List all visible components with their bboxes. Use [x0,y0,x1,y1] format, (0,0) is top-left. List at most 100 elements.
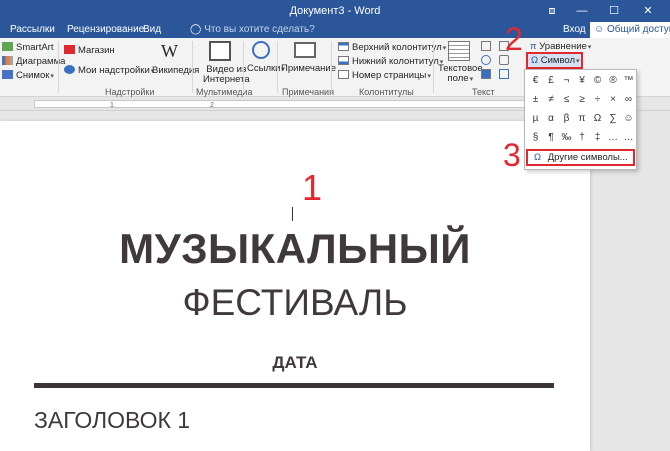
drop-cap-icon[interactable] [481,69,491,79]
horizontal-rule [34,383,554,388]
symbol-dropdown: € £ ¬ ¥ © ® ™ ± ≠ ≤ ≥ ÷ × ∞ µ α β π Ω ∑ ☺ § ¶ ‰ † ‡…… Ω Другие си… [524,69,637,170]
screenshot-button[interactable]: Снимок▾ [2,70,54,81]
symbol-cell[interactable]: α [544,110,559,128]
symbol-cell[interactable]: § [528,129,543,147]
header-icon [338,42,349,51]
textbox-icon [448,41,470,61]
chevron-down-icon: ▾ [576,58,580,65]
lightbulb-icon: ◯ [190,24,202,35]
tell-me-placeholder: Что вы хотите сделать? [204,24,315,35]
share-button[interactable]: ☺ Общий доступ [590,22,670,38]
symbol-cell[interactable]: © [590,72,605,90]
document-heading-1[interactable]: ЗАГОЛОВОК 1 [34,407,190,434]
comment-icon [294,42,316,58]
more-symbols-button[interactable]: Ω Другие символы... [526,149,635,166]
symbol-cell[interactable]: ¬ [559,72,574,90]
ribbon-display-options-button[interactable]: ⧈ [538,0,566,22]
omega-icon: Ω [534,152,542,163]
tab-review[interactable]: Рецензирование [67,24,144,35]
chart-icon [2,56,13,65]
symbol-cell[interactable]: ¥ [575,72,590,90]
ribbon-tab-bar: Рассылки Рецензирование Вид ◯ Что вы хоти… [0,22,670,38]
tell-me-box[interactable]: ◯ Что вы хотите сделать? [190,24,315,35]
ruler-tick: 1 [110,102,114,109]
header-button[interactable]: Верхний колонтитул▾ [338,42,446,53]
sign-in-link[interactable]: Вход [563,24,586,35]
page-number-button[interactable]: Номер страницы▾ [338,70,431,81]
pi-icon: π [530,41,537,52]
group-separator [277,41,278,93]
group-separator [58,41,59,93]
chevron-down-icon: ▾ [587,44,592,51]
comment-button[interactable]: Примечание [281,63,336,74]
wordart-icon[interactable] [481,55,491,65]
chevron-down-icon: ▾ [427,73,431,80]
minimize-button[interactable]: — [568,0,596,22]
smartart-button[interactable]: SmartArt [2,42,53,53]
symbol-cell[interactable]: Ω [590,110,605,128]
symbol-cell[interactable]: ∑ [606,110,621,128]
screenshot-icon [2,70,13,79]
group-label-header-footer: Колонтитулы [359,87,414,97]
symbol-cell[interactable]: … [621,129,636,147]
maximize-button[interactable]: ☐ [600,0,628,22]
symbol-cell[interactable]: β [559,110,574,128]
addins-icon [64,65,75,74]
symbol-cell[interactable]: ≤ [559,91,574,109]
document-date[interactable]: ДАТА [0,353,590,373]
symbol-cell[interactable]: € [528,72,543,90]
textbox-button[interactable]: Текстовое поле▾ [438,64,483,85]
document-page[interactable]: МУЗЫКАЛЬНЫЙ ФЕСТИВАЛЬ ДАТА ЗАГОЛОВОК 1 [0,121,590,451]
quick-parts-icon[interactable] [481,41,491,51]
online-video-icon [209,41,231,61]
object-icon[interactable] [499,69,509,79]
equation-button[interactable]: π Уравнение▾ [530,41,591,52]
store-button[interactable]: Магазин [64,45,115,56]
links-button[interactable]: Ссылки▾ [247,63,285,74]
symbol-cell[interactable]: £ [544,72,559,90]
symbol-cell[interactable]: ± [528,91,543,109]
share-label: Общий доступ [607,24,670,35]
group-label-media: Мультимедиа [196,87,253,97]
document-title[interactable]: МУЗЫКАЛЬНЫЙ [0,225,590,273]
chevron-down-icon: ▾ [469,76,474,83]
symbol-cell[interactable]: ÷ [590,91,605,109]
symbol-cell[interactable]: ™ [621,72,636,90]
symbol-cell[interactable]: ≠ [544,91,559,109]
symbol-cell[interactable]: ≥ [575,91,590,109]
group-separator [331,41,332,93]
store-icon [64,45,75,54]
symbol-cell[interactable]: ☺ [621,110,636,128]
symbol-cell[interactable]: ® [606,72,621,90]
symbol-cell[interactable]: ‰ [559,129,574,147]
chevron-down-icon: ▾ [442,45,447,52]
smartart-icon [2,42,13,51]
chevron-down-icon: ▾ [50,73,54,80]
omega-icon: Ω [531,55,539,66]
group-label-addins: Надстройки [105,87,155,97]
symbol-cell[interactable]: π [575,110,590,128]
group-label-comments: Примечания [282,87,334,97]
footer-button[interactable]: Нижний колонтитул▾ [338,56,443,67]
symbol-cell[interactable]: ∞ [621,91,636,109]
symbol-cell[interactable]: ¶ [544,129,559,147]
annotation-2: 2 [505,21,523,57]
tab-mailings[interactable]: Рассылки [10,24,55,35]
my-addins-button[interactable]: Мои надстройки▾ [64,65,154,76]
tab-view[interactable]: Вид [143,24,161,35]
annotation-3: 3 [503,137,521,173]
title-bar: Документ3 - Word ⧈ — ☐ ✕ [0,0,670,22]
symbol-cell[interactable]: × [606,91,621,109]
symbol-cell[interactable]: µ [528,110,543,128]
document-subtitle[interactable]: ФЕСТИВАЛЬ [0,282,590,324]
symbol-button[interactable]: Ω Символ▾ [526,52,583,69]
chart-button[interactable]: Диаграмма [2,56,65,67]
symbol-cell[interactable]: ‡ [590,129,605,147]
ruler-bar [34,100,526,108]
group-separator [433,41,434,93]
close-button[interactable]: ✕ [634,0,662,22]
symbol-cell[interactable]: † [575,129,590,147]
group-separator [192,41,193,93]
symbol-cell[interactable]: … [606,129,621,147]
wikipedia-icon: W [161,41,178,61]
